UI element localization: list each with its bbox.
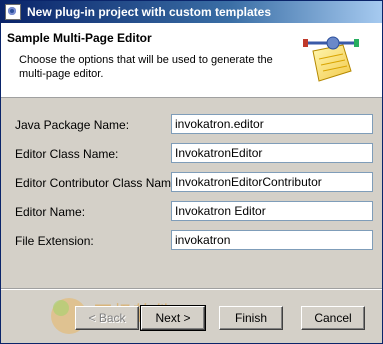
editor-contributor-class-name-label: Editor Contributor Class Name:: [15, 176, 182, 190]
editor-contributor-class-name-input[interactable]: InvokatronEditorContributor: [171, 172, 373, 192]
editor-name-label: Editor Name:: [15, 205, 86, 219]
eclipse-plugin-icon: [5, 4, 21, 20]
page-description: Choose the options that will be used to …: [19, 54, 273, 80]
field-row-editor-name: Editor Name: Invokatron Editor: [1, 201, 382, 223]
field-row-contributor: Editor Contributor Class Name: Invokatro…: [1, 172, 382, 194]
options-form: Java Package Name: invokatron.editor Edi…: [1, 98, 382, 278]
title-bar[interactable]: New plug-in project with custom template…: [1, 1, 382, 23]
next-button[interactable]: Next >: [140, 305, 206, 331]
back-button[interactable]: < Back: [75, 306, 139, 330]
file-extension-input[interactable]: invokatron: [171, 230, 373, 250]
wizard-dialog: New plug-in project with custom template…: [0, 0, 383, 344]
editor-class-name-label: Editor Class Name:: [15, 147, 119, 161]
field-row-file-extension: File Extension: invokatron: [1, 230, 382, 252]
file-extension-label: File Extension:: [15, 234, 94, 248]
page-title: Sample Multi-Page Editor: [7, 31, 152, 45]
field-row-package: Java Package Name: invokatron.editor: [1, 114, 382, 136]
wizard-header: Sample Multi-Page Editor Choose the opti…: [1, 23, 382, 98]
java-package-name-label: Java Package Name:: [15, 118, 130, 132]
cancel-button[interactable]: Cancel: [301, 306, 365, 330]
java-package-name-input[interactable]: invokatron.editor: [171, 114, 373, 134]
editor-name-input[interactable]: Invokatron Editor: [171, 201, 373, 221]
editor-wizard-icon: [303, 36, 359, 82]
field-row-editor-class: Editor Class Name: InvokatronEditor: [1, 143, 382, 165]
window-title: New plug-in project with custom template…: [27, 5, 272, 19]
finish-button[interactable]: Finish: [219, 306, 283, 330]
editor-class-name-input[interactable]: InvokatronEditor: [171, 143, 373, 163]
